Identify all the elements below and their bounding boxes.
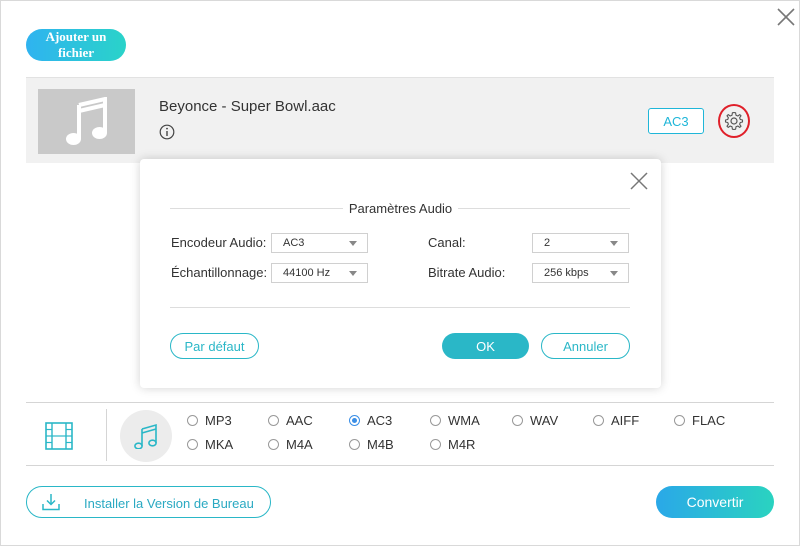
video-film-icon[interactable] bbox=[44, 421, 74, 451]
format-option-m4a[interactable]: M4A bbox=[268, 437, 313, 452]
format-option-mka[interactable]: MKA bbox=[187, 437, 233, 452]
format-panel: MP3 AAC AC3 WMA WAV AIFF FLAC MKA M4A M4… bbox=[26, 402, 774, 466]
format-option-m4r[interactable]: M4R bbox=[430, 437, 475, 452]
format-label: AC3 bbox=[367, 413, 393, 428]
settings-highlight[interactable] bbox=[718, 104, 750, 138]
format-label: WMA bbox=[448, 413, 480, 428]
radio-button[interactable] bbox=[268, 415, 279, 426]
file-thumbnail bbox=[38, 89, 135, 154]
gear-icon[interactable] bbox=[724, 111, 744, 131]
audio-note-icon bbox=[134, 423, 157, 449]
convert-button[interactable]: Convertir bbox=[656, 486, 774, 518]
format-option-aiff[interactable]: AIFF bbox=[593, 413, 639, 428]
samplerate-select[interactable]: 44100 Hz bbox=[271, 263, 368, 283]
encoder-label: Encodeur Audio: bbox=[171, 235, 267, 250]
info-icon[interactable] bbox=[159, 124, 175, 140]
radio-button[interactable] bbox=[512, 415, 523, 426]
chevron-down-icon bbox=[610, 271, 618, 276]
format-option-m4b[interactable]: M4B bbox=[349, 437, 394, 452]
samplerate-label: Échantillonnage: bbox=[171, 265, 268, 280]
format-option-wma[interactable]: WMA bbox=[430, 413, 480, 428]
encoder-value: AC3 bbox=[283, 237, 305, 249]
bitrate-value: 256 kbps bbox=[544, 267, 589, 279]
audio-tab[interactable] bbox=[120, 410, 172, 462]
format-label: MP3 bbox=[205, 413, 232, 428]
music-note-icon bbox=[65, 96, 107, 145]
format-option-wav[interactable]: WAV bbox=[512, 413, 558, 428]
close-icon[interactable] bbox=[775, 6, 797, 28]
default-button[interactable]: Par défaut bbox=[170, 333, 259, 359]
radio-button[interactable] bbox=[268, 439, 279, 450]
format-option-ac3[interactable]: AC3 bbox=[349, 413, 392, 428]
radio-button[interactable] bbox=[674, 415, 685, 426]
radio-button[interactable] bbox=[430, 415, 441, 426]
format-label: M4A bbox=[286, 437, 313, 452]
channel-select[interactable]: 2 bbox=[532, 233, 629, 253]
bitrate-label: Bitrate Audio: bbox=[428, 265, 506, 280]
dialog-divider bbox=[170, 307, 630, 308]
format-label: FLAC bbox=[692, 413, 726, 428]
dialog-title: Paramètres Audio bbox=[342, 201, 459, 216]
format-label: WAV bbox=[530, 413, 559, 428]
format-option-aac[interactable]: AAC bbox=[268, 413, 313, 428]
channel-label: Canal: bbox=[428, 235, 466, 250]
format-label: MKA bbox=[205, 437, 234, 452]
radio-button[interactable] bbox=[349, 439, 360, 450]
chevron-down-icon bbox=[349, 271, 357, 276]
samplerate-value: 44100 Hz bbox=[283, 267, 331, 279]
file-row: Beyonce - Super Bowl.aac AC3 bbox=[26, 77, 774, 163]
install-desktop-button[interactable]: Installer la Version de Bureau bbox=[26, 486, 271, 518]
chevron-down-icon bbox=[610, 241, 618, 246]
output-format-badge[interactable]: AC3 bbox=[648, 108, 704, 134]
channel-value: 2 bbox=[544, 237, 551, 249]
radio-button[interactable] bbox=[593, 415, 604, 426]
format-label: M4R bbox=[448, 437, 476, 452]
dialog-title-wrap: Paramètres Audio bbox=[140, 200, 661, 218]
format-label: M4B bbox=[367, 437, 394, 452]
radio-button-selected[interactable] bbox=[349, 415, 360, 426]
radio-button[interactable] bbox=[187, 439, 198, 450]
download-icon bbox=[42, 494, 60, 511]
encoder-select[interactable]: AC3 bbox=[271, 233, 368, 253]
cancel-button[interactable]: Annuler bbox=[541, 333, 630, 359]
panel-divider bbox=[106, 409, 107, 461]
app-window: Ajouter un fichier Beyonce - Super Bowl.… bbox=[0, 0, 800, 546]
format-option-mp3[interactable]: MP3 bbox=[187, 413, 232, 428]
audio-settings-dialog: Paramètres Audio Encodeur Audio: AC3 Éch… bbox=[140, 159, 661, 388]
file-name: Beyonce - Super Bowl.aac bbox=[159, 98, 336, 115]
ok-button[interactable]: OK bbox=[442, 333, 529, 359]
format-option-flac[interactable]: FLAC bbox=[674, 413, 725, 428]
format-label: AAC bbox=[286, 413, 313, 428]
bitrate-select[interactable]: 256 kbps bbox=[532, 263, 629, 283]
format-label: AIFF bbox=[611, 413, 640, 428]
radio-button[interactable] bbox=[187, 415, 198, 426]
dialog-close-icon[interactable] bbox=[629, 171, 649, 191]
chevron-down-icon bbox=[349, 241, 357, 246]
add-file-button[interactable]: Ajouter un fichier bbox=[26, 29, 126, 61]
install-label: Installer la Version de Bureau bbox=[84, 496, 254, 511]
radio-button[interactable] bbox=[430, 439, 441, 450]
